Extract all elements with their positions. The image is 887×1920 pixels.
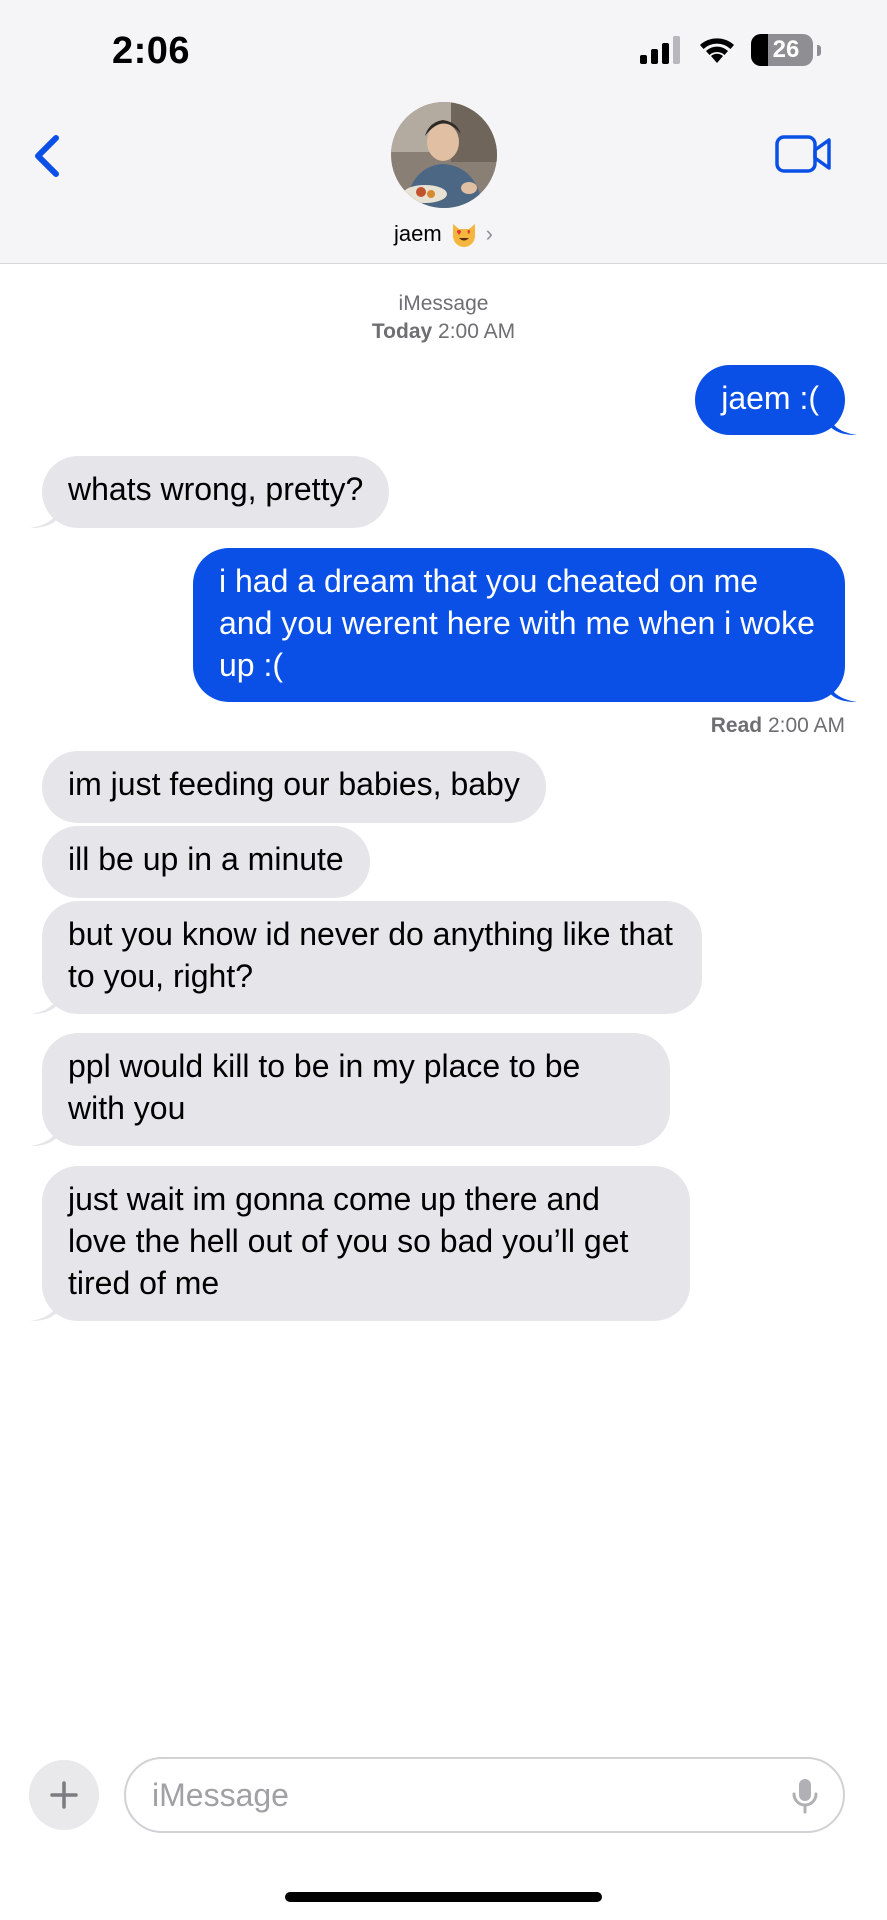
bubble-tail bbox=[827, 405, 857, 435]
apps-plus-button[interactable] bbox=[29, 1760, 99, 1830]
message-bubble-received[interactable]: ill be up in a minute bbox=[42, 826, 370, 898]
contact-details-chevron: › bbox=[485, 221, 493, 246]
message-bubble-received[interactable]: im just feeding our babies, baby bbox=[42, 751, 546, 823]
microphone-icon[interactable] bbox=[791, 1777, 819, 1815]
message-bubble-received[interactable]: ppl would kill to be in my place to be w… bbox=[30, 1033, 670, 1146]
read-receipt: Read 2:00 AM bbox=[710, 714, 845, 737]
video-camera-icon bbox=[775, 135, 831, 173]
message-input[interactable] bbox=[152, 1759, 752, 1831]
message-text: im just feeding our babies, baby bbox=[68, 766, 520, 802]
status-time: 2:06 bbox=[112, 30, 191, 72]
facetime-video-button[interactable] bbox=[775, 133, 833, 175]
bubble-tail bbox=[30, 1291, 60, 1321]
wifi-icon bbox=[700, 38, 734, 63]
battery-level: 26 bbox=[772, 36, 800, 63]
signal-icon bbox=[640, 36, 680, 64]
message-text: whats wrong, pretty? bbox=[68, 471, 364, 507]
message-text: ppl would kill to be in my place to be w… bbox=[68, 1048, 581, 1126]
message-text: but you know id never do anything like t… bbox=[68, 916, 673, 994]
message-text: ill be up in a minute bbox=[68, 841, 344, 877]
navigation-header: 2:06 26 jaem › bbox=[0, 0, 887, 264]
home-indicator[interactable] bbox=[285, 1892, 602, 1902]
message-bubble-received[interactable]: whats wrong, pretty? bbox=[30, 456, 390, 528]
heart-eyes-cat-emoji bbox=[452, 224, 475, 247]
message-bubble-received[interactable]: but you know id never do anything like t… bbox=[30, 901, 702, 1014]
thread-timestamp: Today 2:00 AM bbox=[371, 320, 516, 343]
message-bubble-received[interactable]: just wait im gonna come up there and lov… bbox=[30, 1166, 690, 1321]
bubble-tail bbox=[827, 672, 857, 702]
status-icons: 26 bbox=[639, 34, 821, 66]
message-bubble-sent[interactable]: i had a dream that you cheated on me and… bbox=[193, 548, 857, 702]
plus-icon bbox=[50, 1781, 78, 1809]
contact-avatar bbox=[390, 102, 497, 208]
battery-icon: 26 bbox=[751, 34, 813, 66]
message-text: jaem :( bbox=[721, 380, 819, 416]
message-bubble-sent[interactable]: jaem :( bbox=[695, 365, 857, 435]
message-composer[interactable] bbox=[124, 1757, 845, 1833]
bubble-tail bbox=[30, 1116, 60, 1146]
message-text: just wait im gonna come up there and lov… bbox=[68, 1181, 629, 1301]
message-text: i had a dream that you cheated on me and… bbox=[219, 563, 815, 683]
bubble-tail bbox=[30, 498, 60, 528]
bubble-tail bbox=[30, 984, 60, 1014]
contact-header[interactable]: jaem › bbox=[0, 102, 887, 248]
thread-service-label: iMessage Today 2:00 AM bbox=[0, 290, 887, 346]
service-name: iMessage bbox=[398, 292, 489, 315]
contact-name: jaem bbox=[393, 221, 442, 246]
